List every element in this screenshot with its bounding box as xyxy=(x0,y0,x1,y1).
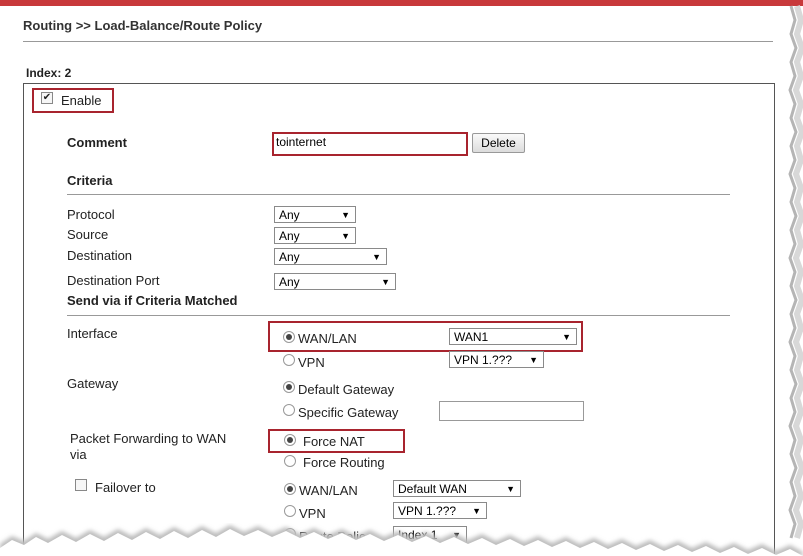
torn-edge-overlay xyxy=(0,5,803,556)
